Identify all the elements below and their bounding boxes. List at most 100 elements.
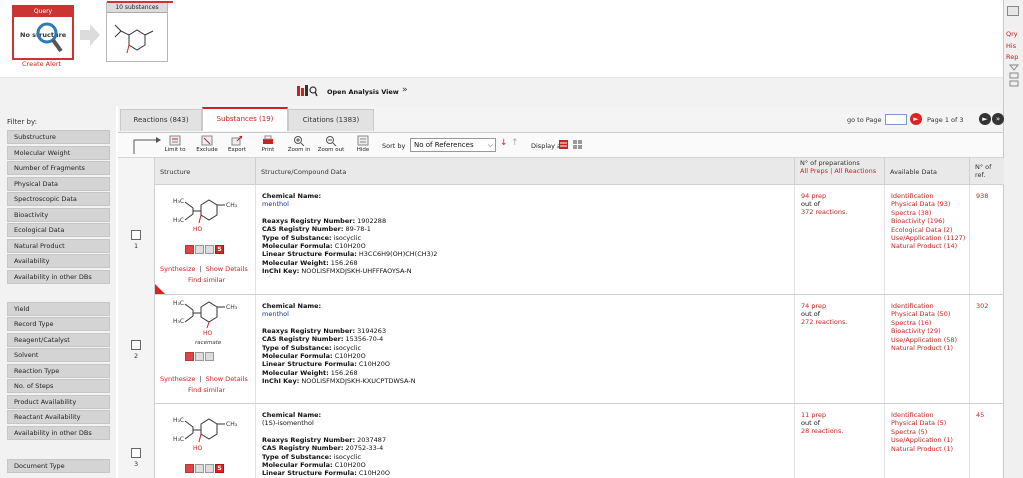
filter-document-type[interactable]: Document Type (7, 459, 110, 473)
reactions-count-link[interactable]: 28 reactions. (801, 427, 843, 435)
exclude-button[interactable]: Exclude (192, 135, 222, 157)
structure-action-icons[interactable]: S (185, 245, 233, 256)
chem-name-text[interactable]: (1S)-isomenthol (262, 419, 792, 427)
show-details-link[interactable]: Show Details (206, 265, 248, 273)
filter-availability[interactable]: Availability (7, 254, 110, 268)
filter-availability-other-dbs[interactable]: Availability in other DBs (7, 270, 110, 284)
row-checkbox[interactable] (131, 230, 141, 240)
filter-solvent[interactable]: Solvent (7, 348, 110, 362)
next-page-icon[interactable]: ► (979, 113, 991, 125)
filter-reaction-type[interactable]: Reaction Type (7, 364, 110, 378)
nref-link[interactable]: 938 (976, 192, 988, 200)
isomenthol-structure-icon[interactable]: H₃C H₃C CH₃ HO (163, 410, 251, 454)
limit-to-button[interactable]: Limit to (160, 135, 190, 157)
available-item[interactable]: Identification (891, 302, 957, 310)
sort-by-select[interactable]: No of References ⌵ (410, 138, 496, 152)
query-box[interactable]: Query No structure (12, 5, 74, 60)
substances-history-box[interactable]: 10 substances (106, 1, 173, 62)
table-icon[interactable] (195, 245, 204, 254)
search-icon[interactable] (205, 352, 214, 361)
synthesize-link[interactable]: Synthesize (160, 265, 195, 273)
side-icons[interactable] (1008, 64, 1020, 88)
history-side-link[interactable]: His (1006, 42, 1016, 50)
tab-substances[interactable]: Substances (19) (202, 107, 288, 131)
tab-reactions[interactable]: Reactions (843) (120, 109, 202, 131)
sort-descending-icon[interactable]: ↓ (500, 138, 508, 148)
available-item[interactable]: Use/Application (1127) (891, 234, 965, 242)
filter-substructure[interactable]: Substructure (7, 130, 110, 144)
prep-count-link[interactable]: 74 prep (801, 302, 847, 310)
query-side-link[interactable]: Qry (1006, 30, 1018, 38)
filter-ecological-data[interactable]: Ecological Data (7, 223, 110, 237)
available-item[interactable]: Natural Product (14) (891, 242, 965, 250)
zoom-in-button[interactable]: Zoom in (284, 135, 314, 157)
hide-button[interactable]: Hide (348, 135, 378, 157)
table-icon[interactable] (195, 352, 204, 361)
filter-spectroscopic-data[interactable]: Spectroscopic Data (7, 192, 110, 206)
filter-bioactivity[interactable]: Bioactivity (7, 208, 110, 222)
available-item[interactable]: Natural Product (1) (891, 445, 953, 453)
available-item[interactable]: Identification (891, 192, 965, 200)
synthesize-link[interactable]: Synthesize (160, 375, 195, 383)
last-page-icon[interactable]: » (992, 113, 1004, 125)
available-item[interactable]: Spectra (38) (891, 209, 965, 217)
reactions-count-link[interactable]: 372 reactions. (801, 208, 847, 216)
go-page-arrow-icon[interactable]: ► (910, 113, 922, 125)
filter-reagent-catalyst[interactable]: Reagent/Catalyst (7, 333, 110, 347)
prep-count-link[interactable]: 94 prep (801, 192, 847, 200)
all-reactions-link[interactable]: All Reactions (834, 167, 876, 175)
filter-number-of-fragments[interactable]: Number of Fragments (7, 161, 110, 175)
menthol-structure-icon[interactable]: H₃C H₃C CH₃ HO (163, 297, 251, 341)
find-similar-link[interactable]: Find similar (188, 386, 225, 394)
available-item[interactable]: Use/Application (1) (891, 436, 953, 444)
show-details-link[interactable]: Show Details (206, 375, 248, 383)
filter-natural-product[interactable]: Natural Product (7, 239, 110, 253)
available-item[interactable]: Physical Data (50) (891, 310, 957, 318)
available-item[interactable]: Spectra (5) (891, 428, 953, 436)
zoom-out-button[interactable]: Zoom out (316, 135, 346, 157)
create-alert-link[interactable]: Create Alert (22, 60, 61, 68)
available-item[interactable]: Ecological Data (2) (891, 226, 965, 234)
row-checkbox[interactable] (131, 340, 141, 350)
report-side-link[interactable]: Rep (1006, 53, 1018, 61)
nref-link[interactable]: 45 (976, 411, 984, 419)
export-button[interactable]: Export (222, 135, 252, 157)
filter-record-type[interactable]: Record Type (7, 317, 110, 331)
list-view-icon[interactable] (559, 140, 568, 149)
available-item[interactable]: Use/Application (58) (891, 336, 957, 344)
prep-count-link[interactable]: 11 prep (801, 411, 843, 419)
s-badge-icon[interactable]: S (215, 464, 224, 473)
filter-yield[interactable]: Yield (7, 302, 110, 316)
available-item[interactable]: Bioactivity (196) (891, 217, 965, 225)
chem-name-link[interactable]: menthol (262, 310, 792, 318)
row-checkbox[interactable] (131, 448, 141, 458)
available-item[interactable]: Spectra (16) (891, 319, 957, 327)
nref-link[interactable]: 302 (976, 302, 988, 310)
grid-view-icon[interactable] (573, 140, 582, 149)
scroll-up-button[interactable] (1007, 6, 1019, 16)
print-button[interactable]: Print (253, 135, 283, 157)
available-item[interactable]: Physical Data (5) (891, 419, 953, 427)
filter-physical-data[interactable]: Physical Data (7, 177, 110, 191)
available-item[interactable]: Bioactivity (29) (891, 327, 957, 335)
open-analysis-view-button[interactable]: Open Analysis View » (296, 83, 414, 99)
structure-editor-icon[interactable] (185, 352, 194, 361)
chem-name-link[interactable]: menthol (262, 200, 792, 208)
search-icon[interactable] (205, 245, 214, 254)
s-badge-icon[interactable]: S (215, 245, 224, 254)
filter-molecular-weight[interactable]: Molecular Weight (7, 146, 110, 160)
filter-no-of-steps[interactable]: No. of Steps (7, 379, 110, 393)
sort-ascending-icon[interactable]: ↑ (511, 138, 519, 148)
available-item[interactable]: Natural Product (1) (891, 344, 957, 352)
structure-editor-icon[interactable] (185, 464, 194, 473)
filter-product-availability[interactable]: Product Availability (7, 395, 110, 409)
menthol-structure-icon[interactable]: H₃C H₃C CH₃ HO (163, 191, 251, 235)
available-item[interactable]: Identification (891, 411, 953, 419)
page-number-input[interactable] (885, 114, 907, 125)
all-preps-link[interactable]: All Preps (800, 167, 828, 175)
search-icon[interactable] (205, 464, 214, 473)
find-similar-link[interactable]: Find similar (188, 276, 225, 284)
tab-citations[interactable]: Citations (1383) (288, 109, 374, 131)
structure-action-icons[interactable]: S (185, 464, 233, 475)
filter-reactant-availability[interactable]: Reactant Availability (7, 410, 110, 424)
